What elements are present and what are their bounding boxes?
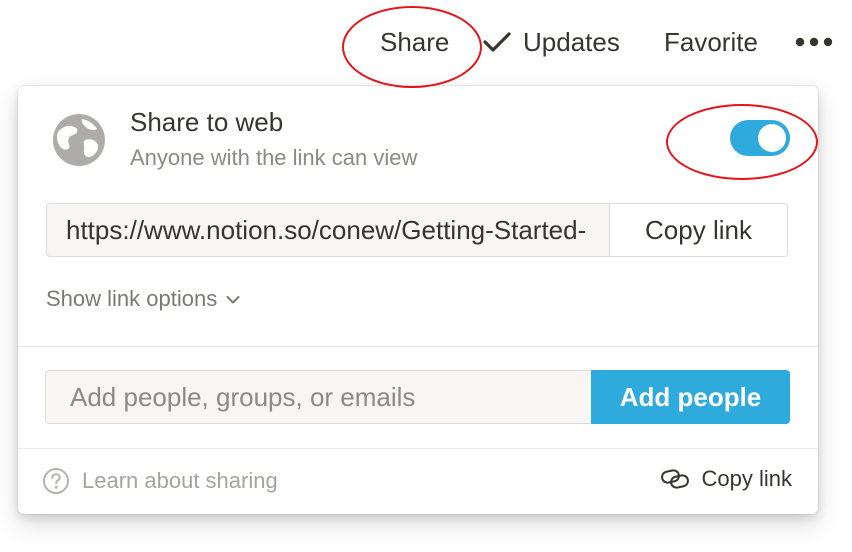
learn-about-sharing-link[interactable]: Learn about sharing [42,467,278,495]
link-icon [660,469,689,489]
page-topbar: Share Updates Favorite [0,0,852,86]
more-horizontal-icon [795,37,833,47]
show-link-options-toggle[interactable]: Show link options [46,286,240,312]
toggle-knob [758,124,786,152]
notion-page-share-screen: Share Updates Favorite Share to web Anyo… [0,0,852,552]
share-button[interactable]: Share [380,24,449,60]
share-url-row: https://www.notion.so/conew/Getting-Star… [46,203,788,257]
divider [18,448,818,449]
share-to-web-subtitle: Anyone with the link can view [130,145,418,170]
favorite-button[interactable]: Favorite [664,24,758,60]
updates-button[interactable]: Updates [482,24,620,60]
copy-link-button[interactable]: Copy link [609,204,787,256]
share-to-web-toggle[interactable] [730,120,790,156]
share-to-web-title: Share to web [130,107,284,137]
footer-copy-link-label: Copy link [701,466,792,491]
link-options-label: Show link options [46,286,218,311]
learn-about-sharing-label: Learn about sharing [82,468,278,493]
invite-row: Add people, groups, or emails Add people [45,370,790,424]
divider [18,346,818,347]
share-url-field[interactable]: https://www.notion.so/conew/Getting-Star… [47,204,609,256]
updates-label: Updates [523,27,620,57]
more-options-button[interactable] [794,32,834,52]
footer-copy-link-button[interactable]: Copy link [660,466,792,492]
share-popup: Share to web Anyone with the link can vi… [18,86,818,514]
help-circle-icon [43,468,69,494]
invite-people-input[interactable]: Add people, groups, or emails [45,370,591,424]
add-people-button[interactable]: Add people [591,370,790,424]
chevron-down-icon [226,296,240,304]
checkmark-icon [483,32,511,52]
globe-icon [53,114,105,166]
